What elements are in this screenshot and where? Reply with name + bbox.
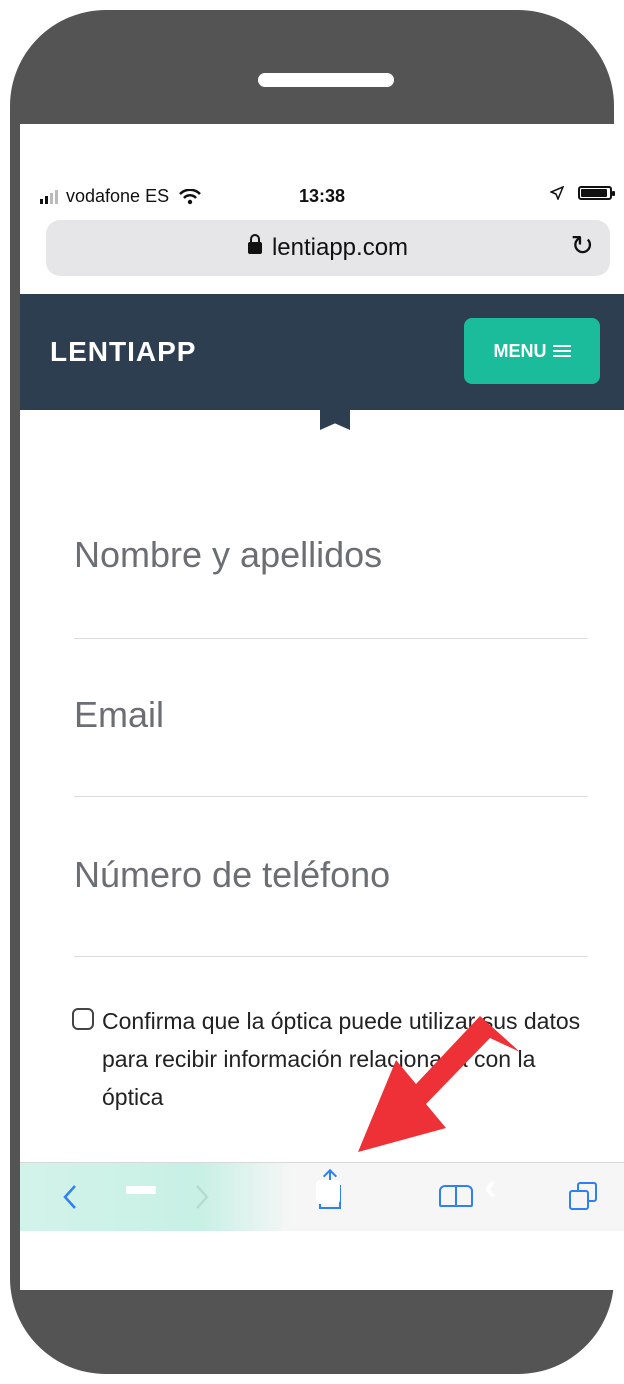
screen: vodafone ES 13:38 lentiapp.com ↻ LENTIAP…	[20, 124, 624, 1290]
email-field[interactable]: Email	[74, 694, 588, 797]
field-underline	[74, 956, 588, 957]
back-button[interactable]	[50, 1163, 90, 1231]
android-home-button[interactable]	[316, 1180, 340, 1204]
tabs-icon	[569, 1182, 599, 1212]
chevron-right-icon	[196, 1185, 209, 1209]
location-arrow-icon	[550, 186, 564, 200]
url-text: lentiapp.com	[271, 234, 409, 261]
address-bar[interactable]: lentiapp.com ↻	[46, 220, 610, 276]
book-icon	[439, 1185, 475, 1209]
android-back-button[interactable]: ‹	[484, 1168, 497, 1206]
reload-icon[interactable]: ↻	[571, 232, 594, 260]
ribbon-decoration	[320, 408, 350, 430]
bookmarks-button[interactable]	[434, 1163, 480, 1231]
tabs-button[interactable]	[564, 1163, 604, 1231]
speaker-grille	[258, 73, 394, 87]
site-header: LENTIAPP MENU	[20, 294, 624, 410]
menu-label: MENU	[493, 340, 547, 361]
forward-button[interactable]	[182, 1163, 222, 1231]
hamburger-icon	[552, 344, 571, 358]
field-underline	[74, 638, 588, 639]
clock: 13:38	[298, 186, 346, 206]
name-field[interactable]: Nombre y apellidos	[74, 534, 588, 639]
email-field-placeholder: Email	[74, 694, 165, 735]
battery-icon	[578, 186, 615, 200]
phone-field[interactable]: Número de teléfono	[74, 854, 588, 957]
android-recent-button[interactable]	[126, 1186, 156, 1194]
lock-icon	[247, 234, 262, 254]
chevron-left-icon	[63, 1185, 76, 1209]
consent-checkbox[interactable]	[72, 1008, 94, 1030]
menu-button[interactable]: MENU	[464, 318, 600, 384]
field-underline	[74, 796, 588, 797]
red-arrow-annotation	[358, 1016, 520, 1152]
phone-field-placeholder: Número de teléfono	[74, 854, 391, 895]
name-field-placeholder: Nombre y apellidos	[74, 534, 383, 575]
status-bar: vodafone ES 13:38	[20, 182, 624, 212]
brand-logo[interactable]: LENTIAPP	[50, 336, 196, 368]
